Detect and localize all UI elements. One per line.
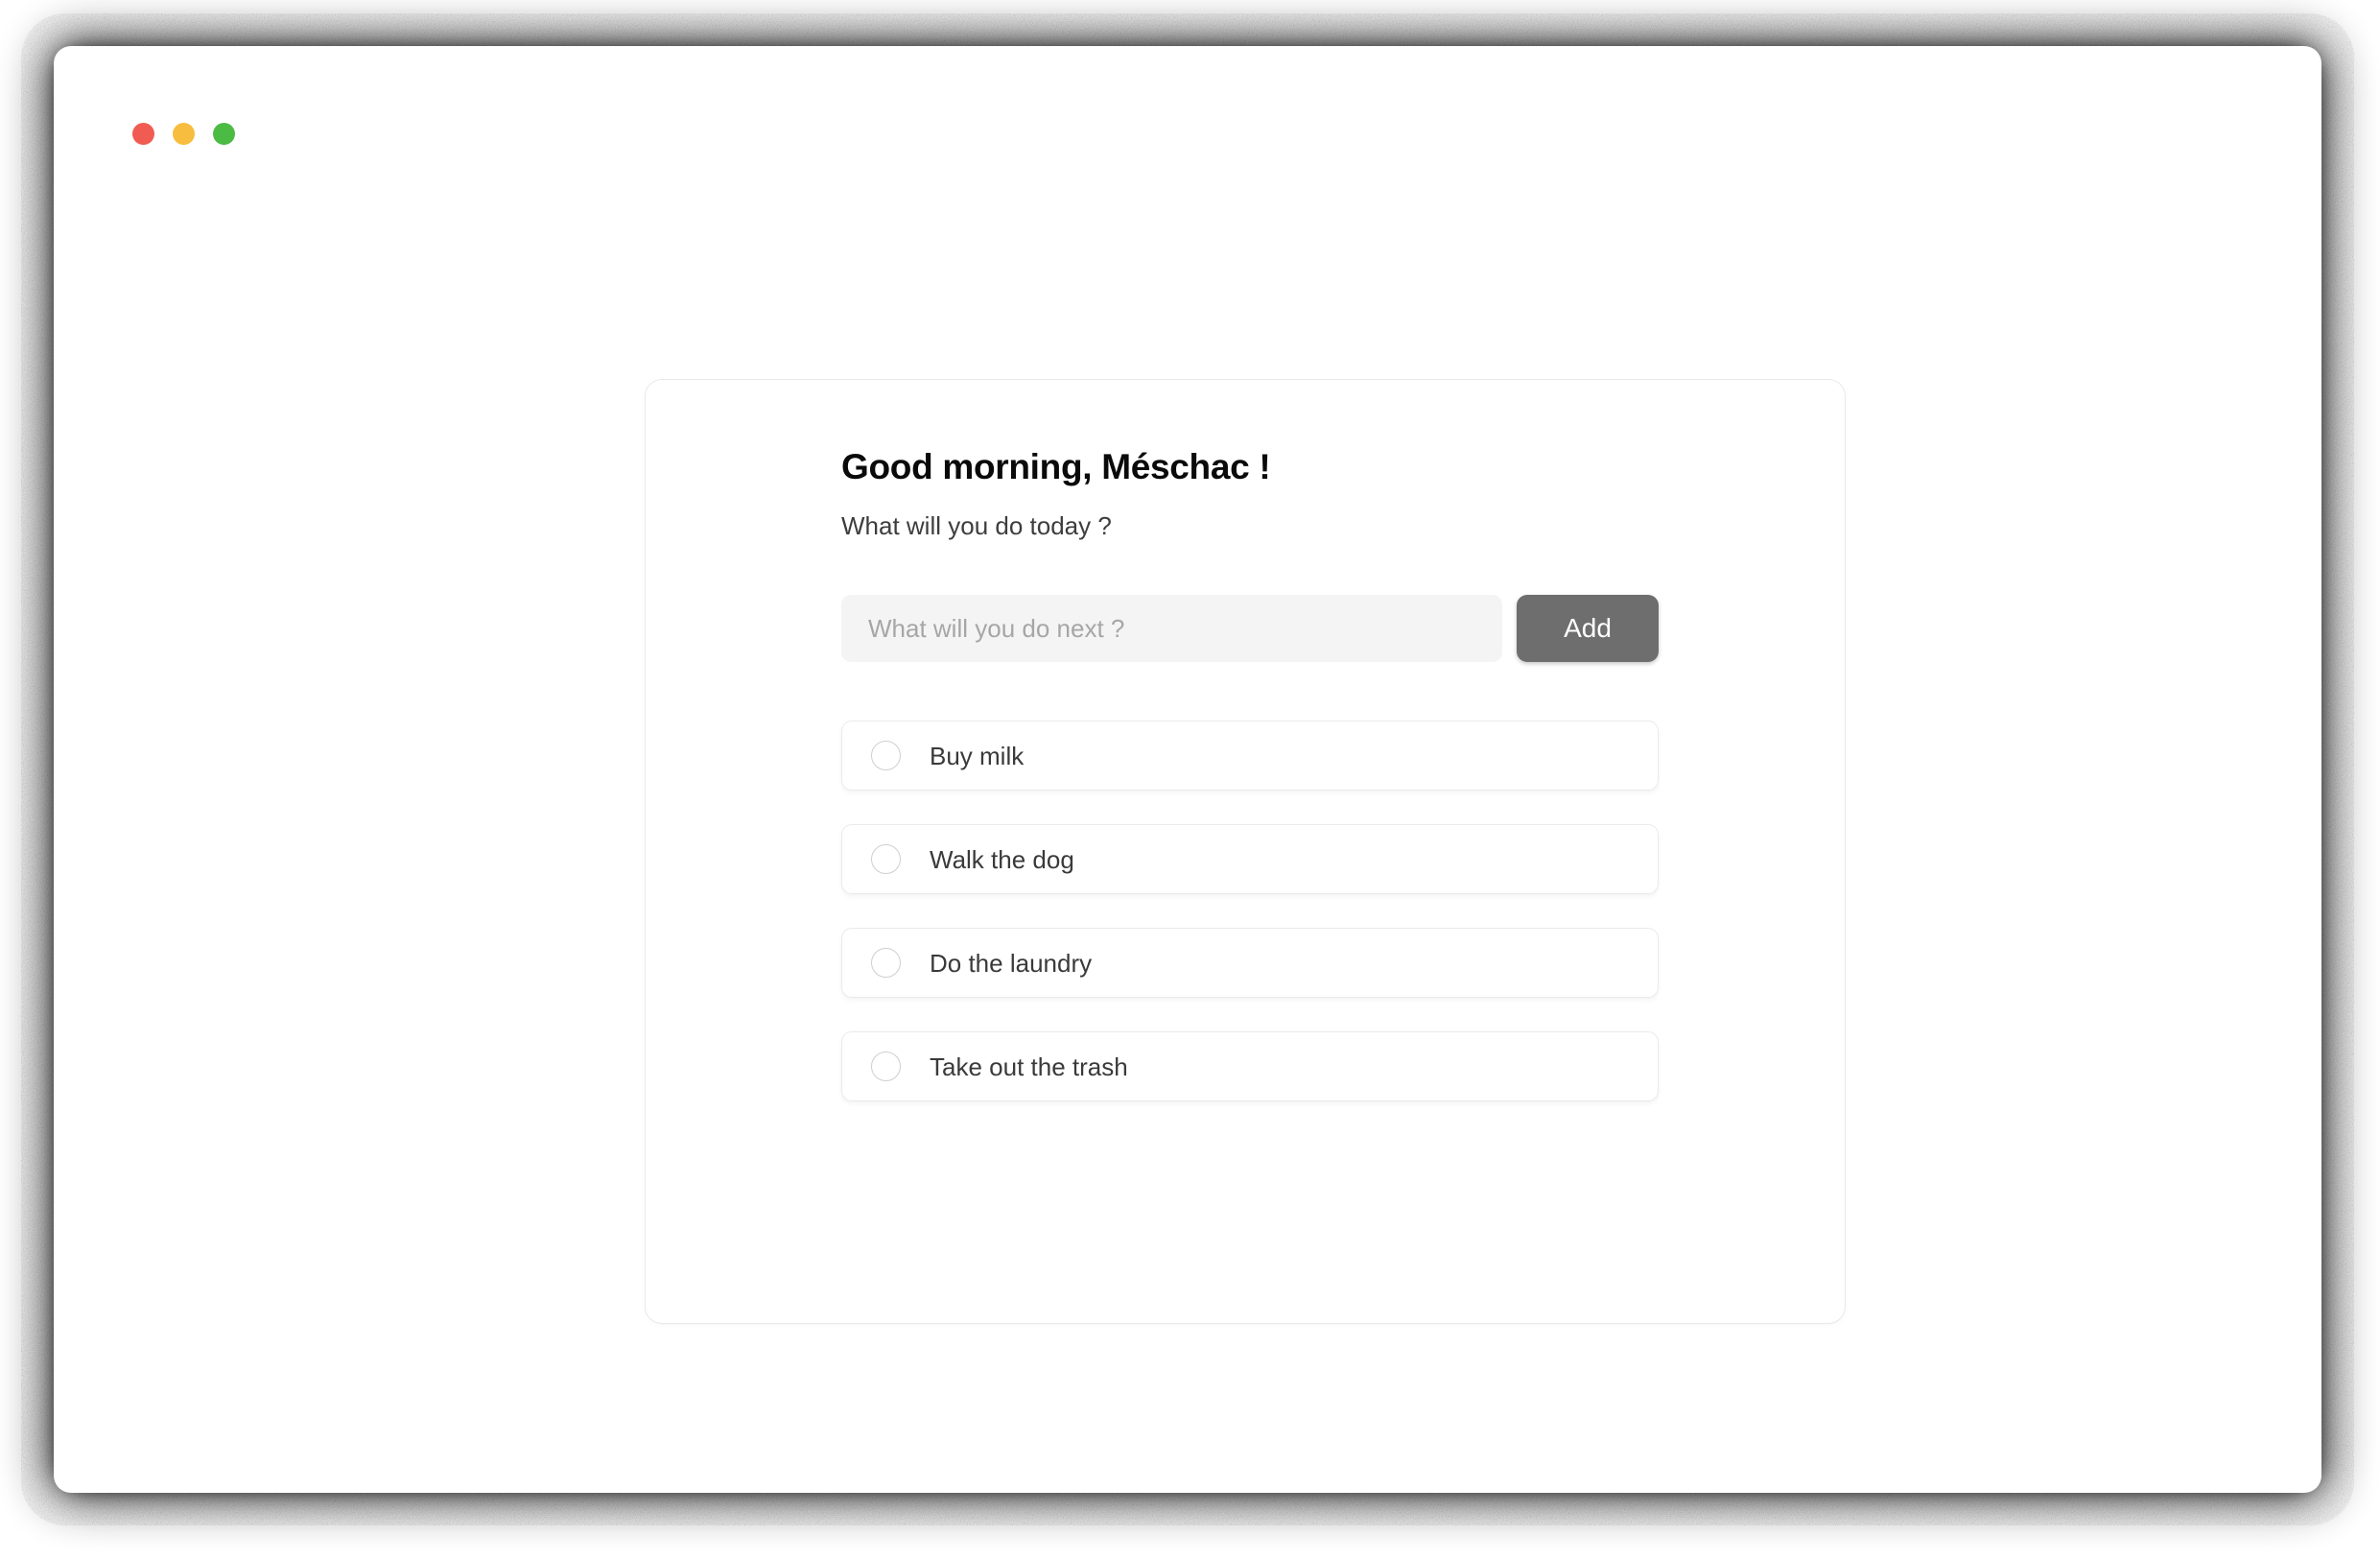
task-row[interactable]: Buy milk [841,721,1659,792]
app-window: Good morning, Méschac ! What will you do… [54,46,2321,1493]
maximize-window-icon[interactable] [213,123,235,145]
task-label: Buy milk [930,741,1025,770]
add-task-button[interactable]: Add [1517,595,1659,663]
window-titlebar [54,46,2321,150]
task-label: Take out the trash [930,1052,1128,1081]
task-list: Buy milk Walk the dog Do the laundry Tak… [841,721,1659,1102]
task-label: Walk the dog [930,844,1074,874]
task-row[interactable]: Take out the trash [841,1031,1659,1102]
checkbox-circle-icon[interactable] [871,1052,901,1082]
checkbox-circle-icon[interactable] [871,948,901,979]
todo-card-content: Good morning, Méschac ! What will you do… [841,446,1659,1102]
minimize-window-icon[interactable] [173,123,195,145]
task-row[interactable]: Do the laundry [841,928,1659,999]
page-title: Good morning, Méschac ! [841,447,1271,486]
close-window-icon[interactable] [132,123,154,145]
todo-card: Good morning, Méschac ! What will you do… [645,379,1846,1324]
task-label: Do the laundry [930,948,1093,978]
new-task-input[interactable] [841,595,1502,663]
checkbox-circle-icon[interactable] [871,844,901,875]
page-subtitle: What will you do today ? [841,511,1112,541]
task-row[interactable]: Walk the dog [841,824,1659,895]
screen: Good morning, Méschac ! What will you do… [0,0,2380,1560]
checkbox-circle-icon[interactable] [871,741,901,771]
window-controls [132,123,235,145]
add-task-form: Add [841,595,1659,663]
